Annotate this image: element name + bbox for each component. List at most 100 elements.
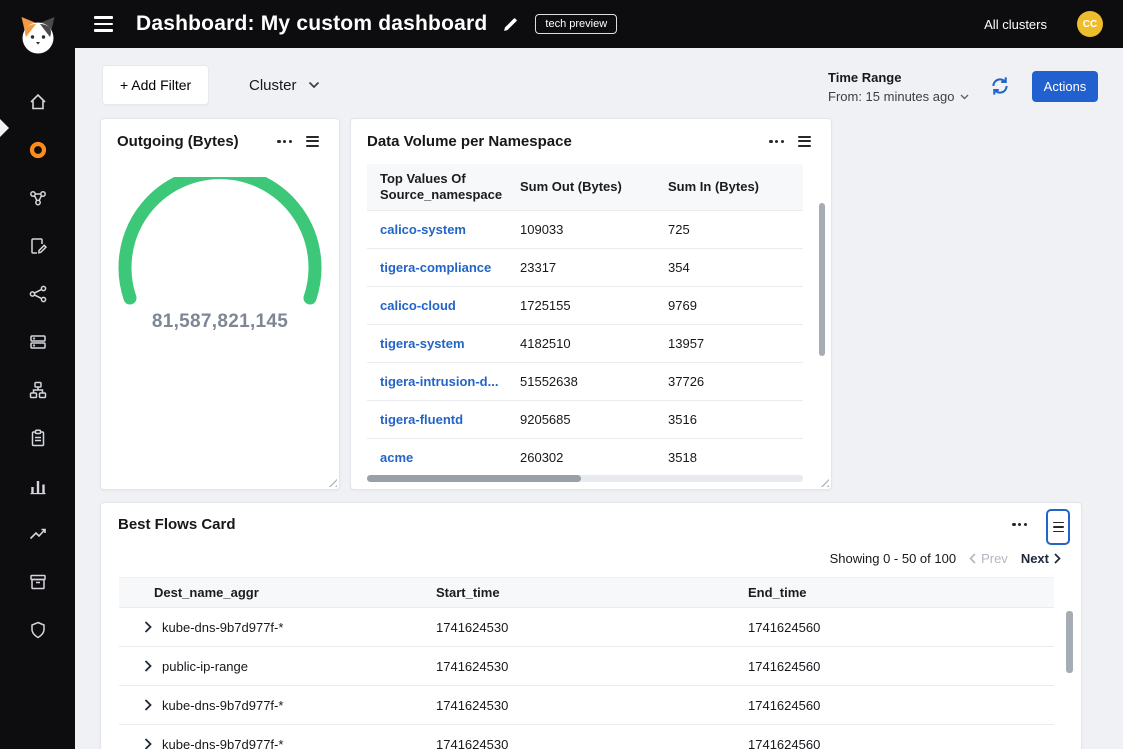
sidebar-item-home[interactable]	[28, 92, 48, 112]
drag-handle-icon	[1053, 522, 1064, 533]
sidebar-notch	[0, 119, 9, 137]
time-range-label: Time Range	[828, 70, 969, 85]
drag-handle-icon[interactable]	[794, 132, 815, 151]
sum-in-value: 9769	[655, 298, 803, 313]
card-menu-ellipsis-icon[interactable]	[765, 136, 788, 147]
best-flows-card: Best Flows Card Showing 0 - 50 of 100 Pr…	[100, 502, 1082, 749]
page-title: Dashboard: My custom dashboard	[136, 12, 487, 36]
sidebar-item-service-graph[interactable]	[28, 380, 48, 400]
sidebar-item-storage[interactable]	[28, 572, 48, 592]
table-row[interactable]: calico-cloud 1725155 9769	[367, 287, 803, 325]
table-row[interactable]: tigera-compliance 23317 354	[367, 249, 803, 287]
hosts-icon	[28, 332, 48, 352]
namespace-link[interactable]: tigera-intrusion-d...	[367, 374, 507, 389]
next-page-button[interactable]: Next	[1021, 551, 1061, 566]
namespace-link[interactable]: acme	[367, 450, 507, 465]
pagination: Showing 0 - 50 of 100 Prev Next	[830, 551, 1061, 566]
expand-chevron-icon[interactable]	[144, 660, 152, 672]
sidebar-item-statistics[interactable]	[28, 476, 48, 496]
table-row[interactable]: kube-dns-9b7d977f-* 1741624530 174162456…	[119, 686, 1054, 725]
namespace-link[interactable]: calico-cloud	[367, 298, 507, 313]
dest-name: kube-dns-9b7d977f-*	[162, 620, 283, 635]
drag-handle-selected[interactable]	[1046, 509, 1070, 545]
sum-in-value: 13957	[655, 336, 803, 351]
endpoints-icon	[28, 188, 48, 208]
sum-out-value: 260302	[507, 450, 655, 465]
namespace-link[interactable]: tigera-compliance	[367, 260, 507, 275]
sidebar-item-endpoints[interactable]	[28, 188, 48, 208]
table-row[interactable]: kube-dns-9b7d977f-* 1741624530 174162456…	[119, 725, 1054, 749]
clipboard-icon	[28, 428, 48, 448]
add-filter-button[interactable]: + Add Filter	[102, 65, 209, 105]
namespace-link[interactable]: calico-system	[367, 222, 507, 237]
actions-button[interactable]: Actions	[1032, 71, 1098, 102]
time-range-selector[interactable]: Time Range From: 15 minutes ago	[828, 70, 969, 104]
cluster-selector[interactable]: All clusters	[984, 17, 1047, 32]
dest-name: public-ip-range	[162, 659, 248, 674]
expand-chevron-icon[interactable]	[144, 621, 152, 633]
sum-in-value: 37726	[655, 374, 803, 389]
table-row[interactable]: tigera-intrusion-d... 51552638 37726	[367, 363, 803, 401]
table-row[interactable]: tigera-fluentd 9205685 3516	[367, 401, 803, 439]
card-menu-ellipsis-icon[interactable]	[273, 136, 296, 147]
table-row[interactable]: public-ip-range 1741624530 1741624560	[119, 647, 1054, 686]
refresh-button[interactable]	[988, 74, 1012, 98]
vertical-scrollbar-thumb[interactable]	[1066, 611, 1073, 673]
sum-in-value: 725	[655, 222, 803, 237]
calico-logo[interactable]	[0, 0, 75, 62]
start-time: 1741624530	[401, 659, 713, 674]
gauge-chart: 81,587,821,145	[101, 177, 339, 333]
table-row[interactable]: tigera-system 4182510 13957	[367, 325, 803, 363]
chevron-down-icon	[960, 94, 969, 100]
sidebar-item-dashboards[interactable]	[28, 140, 48, 160]
cluster-dropdown-label: Cluster	[249, 77, 297, 94]
table-row[interactable]: acme 260302 3518	[367, 439, 803, 477]
horizontal-scrollbar[interactable]	[367, 475, 803, 482]
dashboards-ring-icon	[28, 140, 48, 160]
main-content: + Add Filter Cluster Time Range From: 15…	[75, 48, 1123, 749]
table-row[interactable]: kube-dns-9b7d977f-* 1741624530 174162456…	[119, 608, 1054, 647]
start-time: 1741624530	[401, 698, 713, 713]
card-title: Best Flows Card	[118, 516, 236, 533]
home-icon	[28, 92, 48, 112]
sidebar-nav	[0, 92, 75, 640]
table-header-row: Dest_name_aggr Start_time End_time	[119, 577, 1054, 608]
refresh-sync-icon	[989, 75, 1011, 97]
expand-chevron-icon[interactable]	[144, 699, 152, 711]
sidebar-item-network-sets[interactable]	[28, 284, 48, 304]
end-time: 1741624560	[713, 737, 1054, 749]
avatar[interactable]: CC	[1077, 11, 1103, 37]
menu-hamburger-icon[interactable]	[94, 16, 113, 31]
shield-icon	[28, 620, 48, 640]
namespace-link[interactable]: tigera-system	[367, 336, 507, 351]
edit-pencil-icon[interactable]	[502, 16, 519, 33]
column-header: Sum Out (Bytes)	[507, 173, 655, 201]
sidebar-item-policies[interactable]	[28, 236, 48, 256]
expand-chevron-icon[interactable]	[144, 738, 152, 749]
sum-out-value: 51552638	[507, 374, 655, 389]
dest-name: kube-dns-9b7d977f-*	[162, 737, 283, 749]
column-header: Top Values Of Source_namespace	[367, 165, 507, 210]
sidebar-item-compliance[interactable]	[28, 428, 48, 448]
cluster-dropdown[interactable]: Cluster	[239, 65, 330, 105]
prev-page-button[interactable]: Prev	[969, 551, 1008, 566]
namespace-link[interactable]: tigera-fluentd	[367, 412, 507, 427]
card-menu-ellipsis-icon[interactable]	[1008, 519, 1031, 530]
bar-chart-icon	[28, 476, 48, 496]
end-time: 1741624560	[713, 620, 1054, 635]
resize-grip[interactable]	[818, 476, 829, 487]
sidebar-item-security[interactable]	[28, 620, 48, 640]
sum-out-value: 23317	[507, 260, 655, 275]
end-time: 1741624560	[713, 659, 1054, 674]
vertical-scrollbar-thumb[interactable]	[819, 203, 825, 356]
start-time: 1741624530	[401, 737, 713, 749]
data-volume-card: Data Volume per Namespace Top Values Of …	[350, 118, 832, 490]
trend-line-icon	[28, 524, 48, 544]
sidebar-item-hosts[interactable]	[28, 332, 48, 352]
horizontal-scrollbar-thumb[interactable]	[367, 475, 581, 482]
start-time: 1741624530	[401, 620, 713, 635]
drag-handle-icon[interactable]	[302, 132, 323, 151]
sidebar-item-timeline[interactable]	[28, 524, 48, 544]
table-row[interactable]: calico-system 109033 725	[367, 211, 803, 249]
resize-grip[interactable]	[326, 476, 337, 487]
